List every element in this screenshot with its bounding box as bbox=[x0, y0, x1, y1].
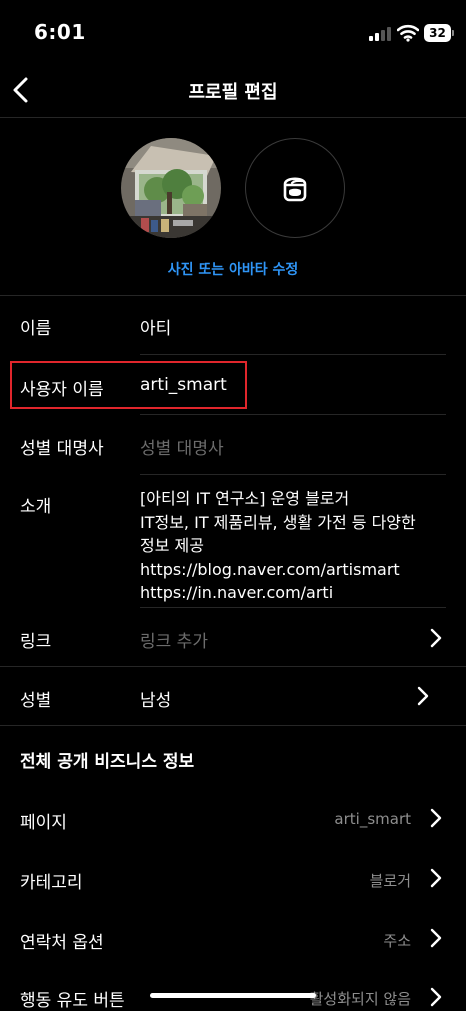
business-row-contact[interactable]: 연락처 옵션 주소 bbox=[0, 908, 466, 968]
divider bbox=[0, 725, 466, 726]
avatar-face-icon bbox=[283, 177, 307, 202]
page-title: 프로필 편집 bbox=[188, 82, 278, 103]
chevron-right-icon bbox=[417, 686, 429, 706]
profile-photo-image bbox=[121, 138, 221, 238]
bio-label: 소개 bbox=[20, 497, 52, 517]
business-label: 카테고리 bbox=[20, 873, 83, 893]
links-row[interactable]: 링크 링크 추가 bbox=[0, 608, 466, 666]
business-label: 연락처 옵션 bbox=[20, 933, 104, 953]
bio-line: IT정보, IT 제품리뷰, 생활 가전 등 다양한 bbox=[140, 512, 416, 532]
business-row-page[interactable]: 페이지 arti_smart bbox=[0, 788, 466, 848]
edit-photo-link[interactable]: 사진 또는 아바타 수정 bbox=[0, 259, 466, 279]
wifi-icon bbox=[397, 24, 419, 42]
divider bbox=[0, 295, 466, 296]
home-indicator[interactable] bbox=[150, 993, 316, 998]
section-title: 전체 공개 비즈니스 정보 bbox=[20, 752, 195, 772]
divider bbox=[140, 414, 446, 415]
profile-photo[interactable] bbox=[121, 138, 221, 238]
links-label: 링크 bbox=[20, 632, 52, 652]
business-row-category[interactable]: 카테고리 블로거 bbox=[0, 848, 466, 908]
pronouns-field[interactable]: 성별 대명사 bbox=[140, 434, 224, 459]
chevron-right-icon bbox=[430, 928, 442, 948]
chevron-right-icon bbox=[430, 987, 442, 1007]
chevron-right-icon bbox=[430, 628, 442, 648]
name-field[interactable]: 아티 bbox=[140, 314, 171, 339]
bio-line: https://in.naver.com/arti bbox=[140, 583, 334, 602]
avatar-button[interactable] bbox=[245, 138, 345, 238]
signal-icon bbox=[369, 27, 391, 41]
battery-nub bbox=[452, 30, 454, 36]
bio-line: [아티의 IT 연구소] 운영 블로거 bbox=[140, 489, 350, 508]
divider bbox=[140, 354, 446, 355]
gender-label: 성별 bbox=[20, 691, 52, 711]
links-placeholder: 링크 추가 bbox=[140, 632, 208, 652]
gender-value: 남성 bbox=[140, 691, 172, 711]
business-value: arti_smart bbox=[334, 810, 411, 828]
header-divider bbox=[0, 117, 466, 118]
business-value: 블로거 bbox=[369, 872, 411, 890]
divider bbox=[140, 474, 446, 475]
business-label: 행동 유도 버튼 bbox=[20, 991, 125, 1011]
username-label: 사용자 이름 bbox=[20, 380, 104, 400]
business-label: 페이지 bbox=[20, 813, 67, 833]
bio-line: 정보 제공 bbox=[140, 536, 204, 555]
battery-icon: 32 bbox=[424, 24, 451, 42]
gender-row[interactable]: 성별 남성 bbox=[0, 667, 466, 725]
business-row-cta[interactable]: 행동 유도 버튼 활성화되지 않음 bbox=[0, 968, 466, 1011]
name-label: 이름 bbox=[20, 319, 52, 339]
username-field[interactable]: arti_smart bbox=[140, 375, 227, 395]
business-value: 주소 bbox=[383, 932, 411, 950]
chevron-right-icon bbox=[430, 868, 442, 888]
chevron-right-icon bbox=[430, 808, 442, 828]
status-time: 6:01 bbox=[34, 20, 86, 44]
business-value: 활성화되지 않음 bbox=[309, 990, 411, 1008]
bio-line: https://blog.naver.com/artismart bbox=[140, 559, 400, 579]
pronouns-label: 성별 대명사 bbox=[20, 439, 104, 459]
